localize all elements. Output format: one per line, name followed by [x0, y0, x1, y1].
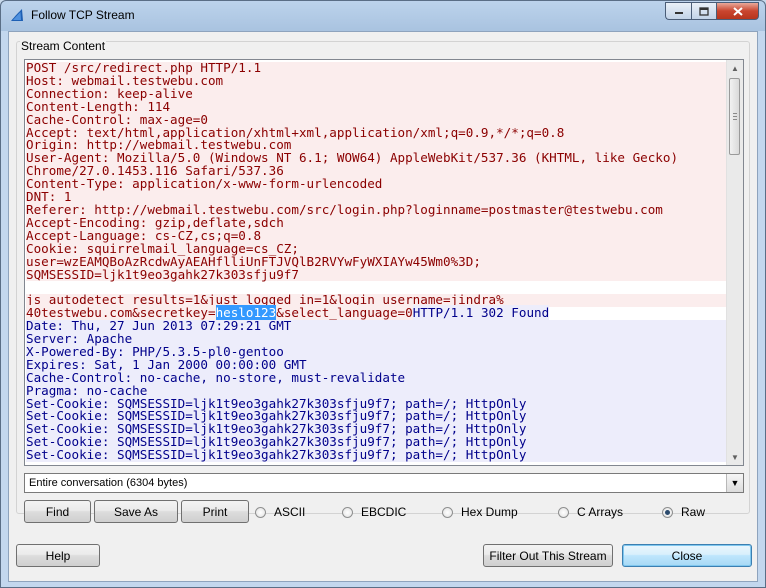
help-button-label: Help [45, 548, 71, 563]
thumb-grip [733, 116, 737, 117]
radio-raw[interactable]: Raw [662, 505, 705, 519]
wireshark-fin-icon [11, 9, 23, 21]
print-button[interactable]: Print [181, 500, 249, 523]
stream-text-view[interactable]: POST /src/redirect.php HTTP/1.1 Host: web… [24, 59, 744, 466]
close-button-label: Close [671, 548, 703, 563]
vertical-scrollbar[interactable]: ▲ ▼ [726, 60, 743, 465]
scroll-thumb[interactable] [729, 78, 740, 155]
client-request-line: Content-Type: application/x-www-form-url… [26, 177, 728, 192]
thumb-grip [733, 113, 737, 114]
scroll-down-arrow-icon[interactable]: ▼ [727, 449, 743, 465]
stream-content-label: Stream Content [20, 39, 107, 53]
server-response-block: Date: Thu, 27 Jun 2013 07:29:21 GMT Serve… [26, 319, 728, 463]
help-button[interactable]: Help [16, 544, 100, 567]
radio-ascii-label: ASCII [274, 505, 306, 519]
minimize-button[interactable] [665, 2, 691, 20]
radio-hex-dump-label: Hex Dump [461, 505, 518, 519]
radio-raw-label: Raw [681, 505, 706, 519]
thumb-grip [733, 119, 737, 120]
radio-ascii[interactable]: ASCII [255, 505, 305, 519]
client-request-block: POST /src/redirect.php HTTP/1.1 Host: web… [26, 61, 728, 282]
radio-c-arrays-dot[interactable] [558, 506, 569, 518]
radio-ebcdic[interactable]: EBCDIC [342, 505, 406, 519]
stream-text[interactable]: POST /src/redirect.php HTTP/1.1 Host: web… [25, 60, 728, 465]
close-window-button[interactable] [717, 2, 759, 20]
dialog-client-area: Stream Content POST /src/redirect.php HT… [8, 31, 758, 582]
radio-hex-dump-dot[interactable] [442, 506, 453, 518]
find-button[interactable]: Find [24, 500, 91, 523]
filter-out-button-label: Filter Out This Stream [489, 548, 607, 563]
response-status-text: HTTP/1.1 302 Found [412, 305, 550, 321]
dropdown-arrow-icon[interactable]: ▼ [726, 474, 743, 492]
radio-raw-dot[interactable] [662, 506, 673, 518]
maximize-button[interactable] [691, 2, 717, 20]
filter-out-stream-button[interactable]: Filter Out This Stream [483, 544, 613, 567]
maximize-icon [699, 6, 709, 16]
radio-c-arrays-label: C Arrays [577, 505, 624, 519]
window-title: Follow TCP Stream [31, 8, 135, 22]
follow-tcp-stream-window: Follow TCP Stream Stream Content POST /s… [0, 0, 766, 588]
save-as-button-label: Save As [113, 504, 159, 519]
print-button-label: Print [202, 504, 228, 519]
find-button-label: Find [45, 504, 70, 519]
radio-hex-dump[interactable]: Hex Dump [442, 505, 518, 519]
conversation-select[interactable]: Entire conversation (6304 bytes) ▼ [24, 473, 744, 493]
minimize-icon [674, 12, 683, 14]
radio-c-arrays[interactable]: C Arrays [558, 505, 623, 519]
close-button[interactable]: Close [622, 544, 752, 567]
radio-ebcdic-label: EBCDIC [361, 505, 407, 519]
scroll-up-arrow-icon[interactable]: ▲ [727, 60, 743, 76]
window-controls [665, 2, 759, 20]
server-response-line: Set-Cookie: SQMSESSID=ljk1t9eo3gahk27k30… [26, 448, 728, 463]
radio-ascii-dot[interactable] [255, 506, 266, 518]
request-body-text: &select_language=0 [276, 305, 413, 321]
close-icon [732, 6, 743, 16]
title-bar[interactable]: Follow TCP Stream [1, 1, 765, 31]
save-as-button[interactable]: Save As [94, 500, 178, 523]
radio-ebcdic-dot[interactable] [342, 506, 353, 518]
conversation-select-value: Entire conversation (6304 bytes) [29, 477, 188, 489]
client-request-line: SQMSESSID=ljk1t9eo3gahk27k303sfju9f7 [26, 268, 728, 282]
